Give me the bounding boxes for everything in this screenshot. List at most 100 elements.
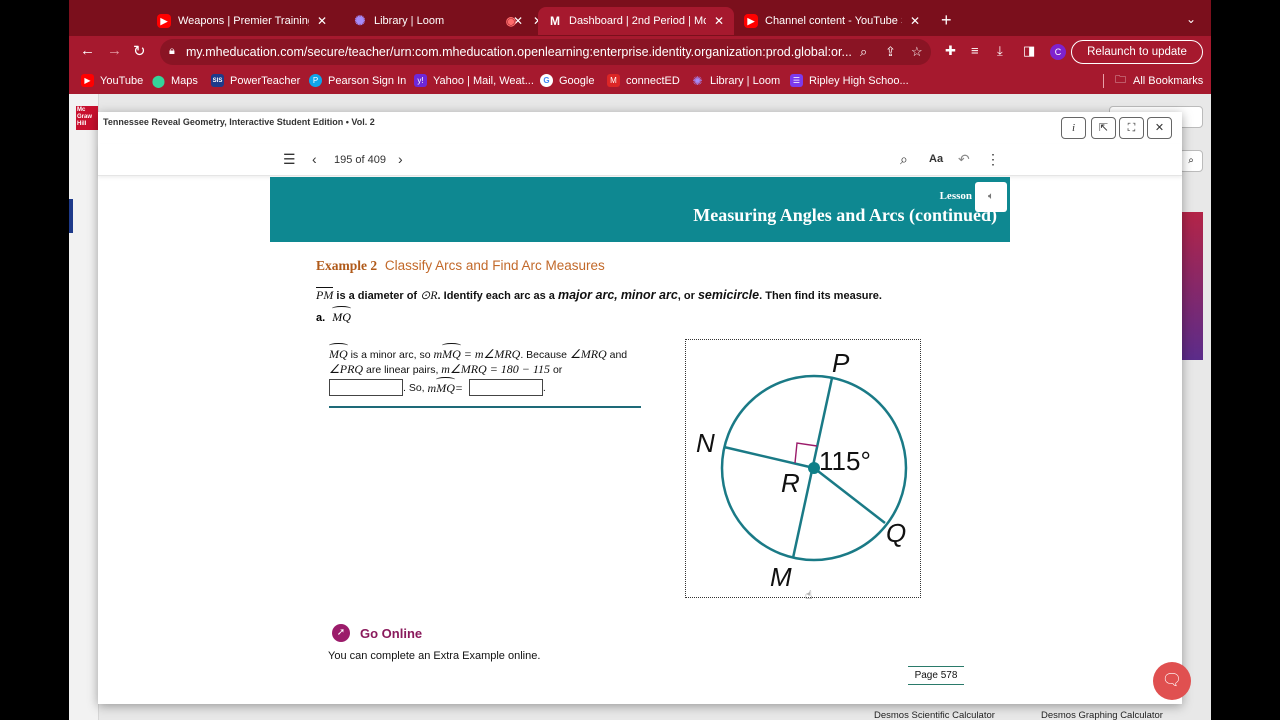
open-new-window-icon[interactable]: ⇱ — [1091, 117, 1116, 139]
close-tab-icon[interactable]: ✕ — [317, 14, 327, 28]
solution-text: . So, — [403, 381, 425, 394]
previous-page-icon[interactable]: ‹ — [312, 151, 317, 167]
arc-mq: MQ — [442, 343, 461, 361]
address-bar[interactable]: 🔒︎ my.mheducation.com/secure/teacher/urn… — [160, 39, 931, 65]
reload-icon[interactable]: ↻ — [133, 42, 146, 60]
solution-text: and — [606, 349, 628, 361]
bookmark-pearson[interactable]: P Pearson Sign In — [309, 74, 406, 87]
lesson-banner: Lesson Measuring Angles and Arcs (contin… — [270, 177, 1010, 242]
label-r: R — [781, 468, 800, 498]
forward-icon[interactable]: → — [107, 42, 122, 59]
problem-statement: PM is a diameter of ⊙R. Identify each ar… — [316, 287, 882, 303]
bookmark-label: Ripley High Schoo... — [809, 74, 909, 87]
worked-solution: MQ is a minor arc, so mMQ = m∠MRQ. Becau… — [329, 343, 649, 396]
arc-mq: MQ — [329, 343, 348, 361]
bookmark-connected[interactable]: M connectED — [607, 74, 680, 87]
fullscreen-icon[interactable]: ⛶ — [1119, 117, 1144, 139]
tab-dashboard[interactable]: M Dashboard | 2nd Period | McG ✕ — [538, 7, 734, 35]
lesson-title: Measuring Angles and Arcs (continued) — [693, 205, 997, 225]
bookmark-star-icon[interactable]: ☆ — [911, 44, 923, 60]
tab-title: Library | Loom — [374, 15, 445, 27]
solution-text: . — [542, 381, 546, 394]
solution-text: is a minor arc, so — [347, 349, 434, 361]
segment-pm: PM — [316, 287, 334, 302]
sidebar-active-indicator — [69, 199, 73, 233]
label-m: M — [770, 562, 792, 592]
relaunch-button[interactable]: Relaunch to update — [1071, 40, 1203, 64]
folder-icon: 🗀 — [1115, 74, 1126, 86]
undo-icon[interactable]: ↶ — [958, 151, 970, 168]
bookmark-loom[interactable]: ✺ Library | Loom — [691, 73, 781, 88]
example-heading: Example 2 Classify Arcs and Find Arc Mea… — [316, 258, 605, 274]
more-options-icon[interactable]: ⋮ — [986, 151, 1000, 168]
next-page-icon[interactable]: › — [398, 151, 403, 167]
textbook-page: Lesson Measuring Angles and Arcs (contin… — [270, 177, 1010, 704]
pearson-icon: P — [309, 74, 322, 87]
bookmark-google[interactable]: G Google — [540, 74, 594, 87]
close-tab-icon[interactable]: ✕ — [714, 14, 724, 28]
new-tab-icon[interactable]: + — [941, 10, 952, 31]
extensions-icon[interactable]: ✚ — [945, 43, 956, 59]
answer-box-2[interactable] — [468, 379, 543, 396]
back-icon[interactable]: ← — [80, 42, 95, 59]
solution-math: m∠MRQ = 180 − 115 — [441, 362, 551, 376]
radius-rq — [813, 467, 886, 524]
search-icon[interactable]: ⌕ — [900, 151, 908, 168]
tab-search-chevron-icon[interactable]: ⌄ — [1186, 12, 1196, 26]
maps-icon: ⬤ — [151, 73, 166, 88]
solution-text: or — [550, 364, 563, 376]
solution-text: . Because — [520, 349, 570, 361]
problem-text: . Identify each arc as a — [437, 290, 558, 302]
google-icon: G — [540, 74, 553, 87]
tab-weapons[interactable]: ▶ Weapons | Premier Training W ✕ — [147, 7, 337, 35]
bookmark-yahoo[interactable]: y! Yahoo | Mail, Weat... — [414, 74, 534, 87]
search-icon[interactable]: ⌕ — [860, 44, 867, 60]
tab-recording[interactable]: ◉ ✕ — [494, 7, 543, 35]
go-online-link[interactable]: ➚ Go Online — [332, 624, 422, 642]
close-tab-icon[interactable]: ✕ — [910, 14, 920, 28]
media-controls-icon[interactable]: ≡ — [971, 43, 979, 58]
bookmark-label: connectED — [626, 74, 680, 87]
bookmark-youtube[interactable]: ▶ YouTube — [81, 74, 143, 87]
arc-mq: MQ — [332, 306, 351, 324]
bookmark-powerteacher[interactable]: SIS PowerTeacher — [211, 74, 300, 87]
site-info-icon[interactable]: 🔒︎ — [169, 45, 175, 58]
solution-math: = m∠MRQ — [460, 347, 521, 361]
close-icon[interactable]: ✕ — [1147, 117, 1172, 139]
share-icon[interactable]: ⇪ — [885, 44, 896, 60]
tab-channel-content[interactable]: ▶ Channel content - YouTube St ✕ — [734, 7, 930, 35]
desmos-graphing-link[interactable]: Desmos Graphing Calculator — [1041, 710, 1163, 720]
download-icon[interactable]: ⤓ — [997, 43, 1003, 59]
bookmark-ripley[interactable]: ☰ Ripley High Schoo... — [790, 74, 909, 87]
profile-avatar[interactable]: C — [1050, 44, 1066, 60]
chat-support-icon[interactable]: 🗨︎ — [1153, 662, 1191, 700]
solution-math: = — [454, 380, 463, 395]
label-q: Q — [886, 518, 906, 548]
dashboard-search-icon[interactable]: ⌕ — [1179, 150, 1203, 172]
ebook-title: Tennessee Reveal Geometry, Interactive S… — [103, 117, 375, 127]
term-minor-arc: minor arc — [620, 288, 678, 302]
loom-icon: ✺ — [354, 13, 366, 28]
info-button[interactable]: i — [1061, 117, 1086, 139]
ebook-viewer-modal: Tennessee Reveal Geometry, Interactive S… — [98, 112, 1182, 704]
bookmark-maps[interactable]: ⬤ Maps — [151, 73, 198, 88]
angle-mrq: ∠MRQ — [569, 347, 607, 361]
table-of-contents-icon[interactable]: ☰ — [283, 151, 296, 168]
all-bookmarks[interactable]: 🗀 All Bookmarks — [1114, 74, 1203, 87]
font-size-button[interactable]: Aa — [929, 153, 943, 165]
mcgraw-hill-icon: M — [607, 74, 620, 87]
youtube-icon: ▶ — [157, 14, 171, 28]
mcgraw-hill-icon: M — [550, 14, 560, 28]
loom-icon: ✺ — [692, 73, 703, 88]
measure-m: m — [433, 347, 443, 361]
desmos-scientific-link[interactable]: Desmos Scientific Calculator — [874, 710, 995, 720]
side-panel-icon[interactable]: ◨ — [1023, 43, 1035, 59]
radius-rn — [723, 445, 815, 470]
term-major-arc: major arc, — [557, 288, 618, 302]
answer-box-1[interactable] — [329, 379, 403, 396]
audio-icon[interactable]: 🔈︎ — [975, 182, 1007, 212]
label-n: N — [696, 428, 715, 458]
mcgraw-hill-logo: Mc Graw Hill — [76, 106, 98, 130]
part-label: a. — [316, 312, 326, 324]
bookmark-label: Library | Loom — [710, 74, 781, 87]
